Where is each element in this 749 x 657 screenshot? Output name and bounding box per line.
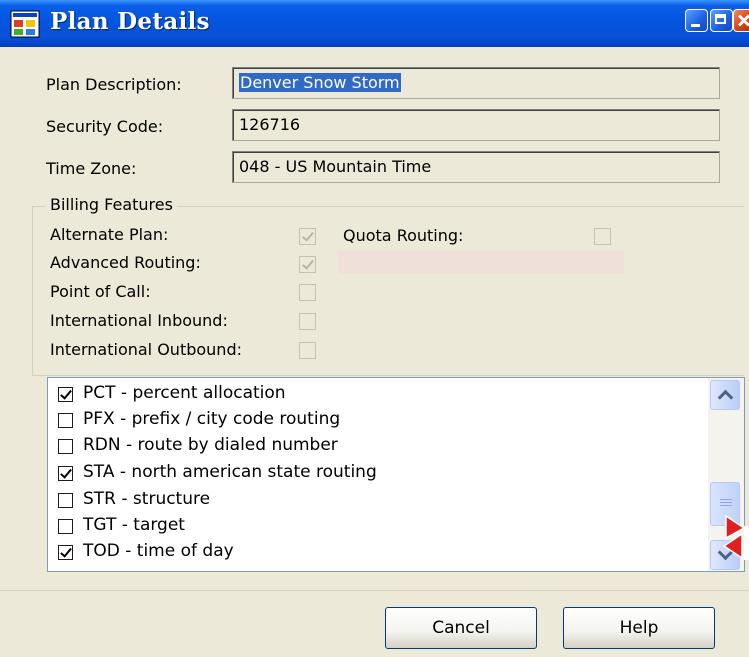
help-button[interactable]: Help [563,607,715,649]
international-inbound-label: International Inbound: [50,311,228,330]
list-item-checkbox[interactable] [58,493,73,508]
list-item-label: PCT - percent allocation [83,383,286,403]
security-code-field[interactable]: 126716 [232,109,720,141]
maximize-icon[interactable] [710,9,733,32]
chevron-up-icon[interactable] [710,380,740,410]
list-item-checkbox[interactable] [58,519,73,534]
point-of-call-checkbox[interactable] [299,284,316,301]
international-outbound-checkbox[interactable] [299,342,316,359]
list-item-label: TOD - time of day [83,541,234,561]
list-item-label: PFX - prefix / city code routing [83,409,341,429]
routing-options-list[interactable]: PCT - percent allocation PFX - prefix / … [47,377,745,572]
plan-description-field[interactable]: Denver Snow Storm [232,67,720,99]
advanced-routing-checkbox[interactable] [299,256,316,273]
divider [0,590,749,591]
list-item-label: RDN - route by dialed number [83,435,338,455]
plan-details-window: Plan Details Plan Description: Denver Sn… [0,0,749,657]
window-title: Plan Details [50,8,210,35]
list-item-checkbox[interactable] [58,466,73,481]
alternate-plan-label: Alternate Plan: [50,225,169,244]
split-marker-icon [722,514,749,560]
time-zone-label: Time Zone: [46,159,137,178]
international-outbound-label: International Outbound: [50,340,242,359]
international-inbound-checkbox[interactable] [299,313,316,330]
time-zone-field[interactable]: 048 - US Mountain Time [232,151,720,183]
list-item-label: STA - north american state routing [83,462,377,482]
app-window-icon [10,10,40,38]
quota-routing-panel [338,251,624,274]
quota-routing-label: Quota Routing: [343,226,464,245]
point-of-call-label: Point of Call: [50,282,151,301]
security-code-label: Security Code: [46,117,164,136]
quota-routing-checkbox[interactable] [594,228,611,245]
alternate-plan-checkbox[interactable] [299,228,316,245]
billing-features-title: Billing Features [46,195,177,214]
minimize-icon[interactable] [685,9,708,32]
title-bar[interactable]: Plan Details [0,0,749,47]
close-icon[interactable] [733,9,749,32]
plan-description-value: Denver Snow Storm [239,73,401,92]
list-item-label: STR - structure [83,489,211,509]
cancel-button[interactable]: Cancel [385,607,537,649]
advanced-routing-label: Advanced Routing: [50,253,201,272]
list-item-checkbox[interactable] [58,413,73,428]
list-item-checkbox[interactable] [58,387,73,402]
list-item-checkbox[interactable] [58,439,73,454]
list-item-label: TGT - target [83,515,185,535]
list-item-checkbox[interactable] [58,545,73,560]
plan-description-label: Plan Description: [46,75,182,94]
